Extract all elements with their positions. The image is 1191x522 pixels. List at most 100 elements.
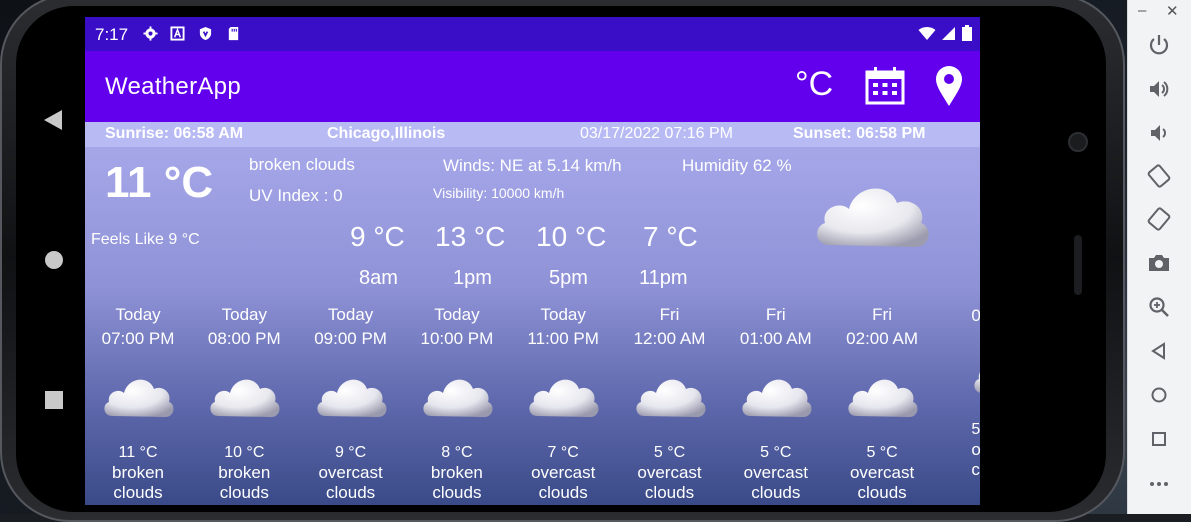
status-time: 7:17 — [95, 25, 129, 44]
hourly-desc: clouds — [219, 483, 269, 502]
hourly-desc: broken — [430, 463, 483, 482]
sun-location-strip: Sunrise: 06:58 AM Chicago,Illinois 03/17… — [85, 122, 980, 147]
hourly-forecast-item: Today 09:00 PM 9 °C overcast clouds — [298, 303, 404, 503]
hourly-desc: clouds — [751, 483, 801, 502]
app-bar: WeatherApp °C — [85, 51, 980, 122]
back-nav-icon[interactable] — [44, 110, 62, 130]
app-title: WeatherApp — [105, 73, 241, 100]
camera-icon[interactable] — [1146, 250, 1172, 276]
forecast-time: 1pm — [453, 267, 492, 289]
temperature-unit-button[interactable]: °C — [795, 65, 833, 104]
hourly-desc: broken — [218, 463, 271, 482]
hourly-temp: 5 — [971, 421, 980, 438]
hourly-temp: 10 °C — [224, 444, 265, 461]
settings-icon — [143, 26, 158, 41]
hourly-forecast-item: Today 10:00 PM 8 °C broken clouds — [404, 303, 510, 503]
cloud-icon — [526, 371, 600, 421]
hourly-temp: 5 °C — [653, 444, 686, 461]
hourly-temp: 5 °C — [760, 444, 792, 461]
hourly-day: Fri — [765, 305, 786, 324]
hourly-desc: broken — [112, 463, 164, 482]
hourly-desc: overcast — [849, 463, 915, 482]
app-screen: 7:17 WeatherApp °C Sunrise: 06:58 AM Chi… — [85, 17, 980, 505]
hourly-time: 01:00 AM — [739, 329, 812, 348]
hourly-day: Today — [540, 305, 586, 324]
uv-index: UV Index : 0 — [249, 186, 343, 205]
hourly-time: 02:00 AM — [846, 329, 918, 348]
cloud-icon — [845, 371, 919, 421]
hourly-forecast-item: Fri 12:00 AM 5 °C overcast clouds — [617, 303, 723, 503]
hourly-desc: clouds — [113, 483, 163, 502]
hourly-desc: clouds — [644, 483, 695, 502]
volume-up-icon[interactable] — [1146, 76, 1172, 102]
forecast-time: 8am — [359, 267, 398, 289]
volume-down-icon[interactable] — [1146, 120, 1172, 146]
keyboard-a-icon — [170, 26, 185, 41]
hourly-day: Today — [327, 305, 374, 324]
power-icon[interactable] — [1146, 32, 1172, 58]
hourly-temp: 11 °C — [118, 444, 158, 461]
hourly-temp: 7 °C — [547, 444, 579, 461]
minimize-icon[interactable]: – — [1138, 2, 1146, 19]
hourly-time: 03:0 — [971, 306, 980, 325]
hourly-desc: clouds — [857, 483, 907, 502]
status-bar: 7:17 — [85, 17, 980, 51]
hourly-time: 07:00 PM — [101, 329, 175, 348]
current-temperature: 11 °C — [105, 158, 214, 207]
wifi-icon — [918, 26, 936, 40]
forecast-temp: 9 °C — [350, 221, 405, 252]
back-icon[interactable] — [1146, 338, 1172, 364]
hourly-forecast-item: Today 11:00 PM 7 °C overcast clouds — [510, 303, 616, 503]
hourly-desc: clouds — [326, 483, 376, 502]
rotate-right-icon[interactable] — [1146, 206, 1172, 232]
forecast-temp: 10 °C — [536, 221, 607, 252]
location-text: Chicago,Illinois — [327, 125, 446, 142]
status-indicators — [918, 25, 972, 41]
hourly-time: 08:00 PM — [207, 329, 281, 348]
cloud-icon — [207, 371, 281, 421]
cloud-icon — [817, 188, 929, 247]
recents-nav-icon[interactable] — [45, 391, 63, 409]
hourly-day: Today — [434, 305, 480, 324]
cloud-icon — [633, 371, 707, 421]
location-pin-icon[interactable] — [935, 65, 963, 107]
close-icon[interactable]: ✕ — [1166, 2, 1179, 20]
emulator-toolbar: – ✕ — [1127, 0, 1191, 514]
forecast-time: 5pm — [549, 267, 588, 289]
hourly-day: Fri — [659, 305, 680, 324]
calendar-icon[interactable] — [865, 67, 905, 105]
hourly-temp: 8 °C — [441, 444, 473, 461]
forecast-temp: 13 °C — [435, 221, 506, 252]
sd-card-icon — [228, 26, 239, 41]
rotate-left-icon[interactable] — [1146, 163, 1172, 189]
cloud-icon — [314, 371, 388, 421]
hourly-temp: 5 °C — [866, 444, 898, 461]
hourly-time: 09:00 PM — [314, 329, 387, 348]
hourly-forecast-item: Today 07:00 PM 11 °C broken clouds — [85, 303, 191, 503]
hourly-forecast-item: Fri 01:00 AM 5 °C overcast clouds — [723, 303, 829, 503]
cell-signal-icon — [942, 26, 955, 40]
more-options-icon[interactable] — [1146, 470, 1172, 496]
home-nav-icon[interactable] — [45, 251, 63, 269]
zoom-icon[interactable] — [1146, 294, 1172, 320]
front-camera — [1068, 132, 1088, 152]
cloud-icon — [420, 371, 494, 421]
sunrise-text: Sunrise: 06:58 AM — [105, 125, 244, 142]
hourly-forecast-item: Today 08:00 PM 10 °C broken clouds — [191, 303, 297, 503]
phone-side-button — [1074, 235, 1082, 295]
hourly-desc: clouds — [538, 483, 588, 502]
cloud-icon — [739, 371, 813, 421]
hourly-day: Today — [221, 305, 267, 324]
overview-icon[interactable] — [1146, 426, 1172, 452]
hourly-forecast-item: 03:0 5 oveclo — [971, 303, 980, 480]
battery-icon — [962, 25, 972, 41]
hourly-desc: overcast — [318, 463, 383, 482]
hourly-desc: overcast — [531, 463, 596, 482]
home-icon[interactable] — [1146, 382, 1172, 408]
hourly-day: Today — [115, 305, 161, 324]
forecast-temp: 7 °C — [643, 221, 698, 252]
hourly-desc: overcast — [637, 463, 702, 482]
hourly-time: 12:00 AM — [633, 329, 706, 348]
hourly-desc: ove — [971, 440, 980, 459]
shield-icon — [199, 26, 212, 41]
